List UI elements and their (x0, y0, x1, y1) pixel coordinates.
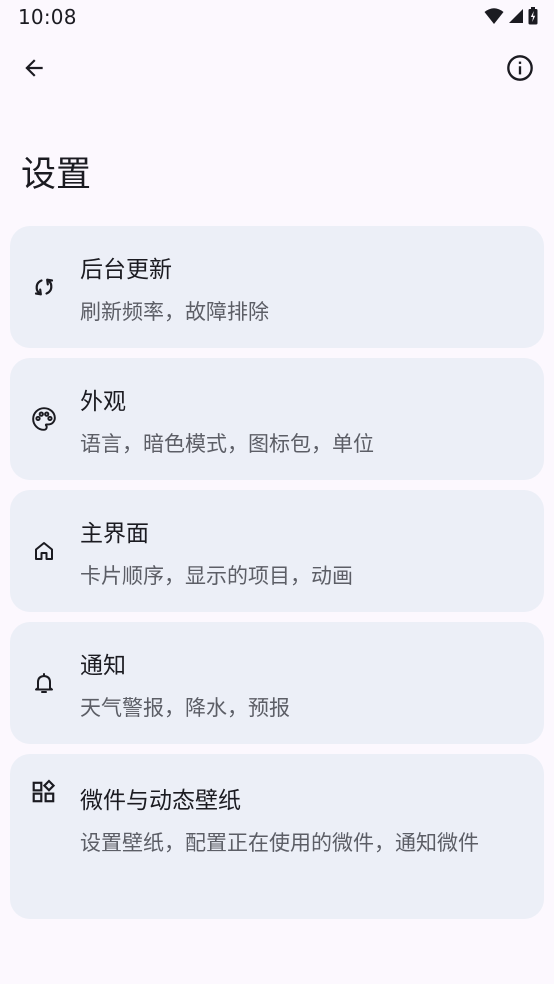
signal-icon (509, 9, 523, 23)
widgets-icon (30, 778, 58, 806)
status-bar: 10:08 (0, 0, 554, 34)
setting-subtitle: 刷新频率，故障排除 (80, 300, 269, 324)
app-bar (0, 40, 554, 100)
setting-notifications[interactable]: 通知 天气警报，降水，预报 (10, 622, 544, 744)
setting-subtitle: 设置壁纸，配置正在使用的微件，通知微件 (80, 831, 479, 855)
info-icon (507, 55, 533, 81)
setting-title: 微件与动态壁纸 (80, 788, 241, 814)
setting-title: 外观 (80, 389, 126, 415)
arrow-back-icon (25, 59, 43, 77)
sync-icon (30, 273, 58, 301)
setting-background-updates[interactable]: 后台更新 刷新频率，故障排除 (10, 226, 544, 348)
setting-title: 主界面 (80, 521, 149, 547)
wifi-icon (484, 8, 504, 24)
home-icon (30, 537, 58, 565)
palette-icon (30, 405, 58, 433)
info-button[interactable] (496, 44, 544, 92)
setting-widgets-wallpaper[interactable]: 微件与动态壁纸 设置壁纸，配置正在使用的微件，通知微件 (10, 754, 544, 919)
battery-icon (528, 7, 538, 25)
back-button[interactable] (10, 44, 58, 92)
setting-title: 通知 (80, 653, 126, 679)
setting-main-screen[interactable]: 主界面 卡片顺序，显示的项目，动画 (10, 490, 544, 612)
setting-subtitle: 天气警报，降水，预报 (80, 696, 290, 720)
setting-subtitle: 语言，暗色模式，图标包，单位 (80, 432, 374, 456)
status-icons (484, 6, 538, 26)
status-time: 10:08 (18, 5, 77, 29)
bell-icon (30, 669, 58, 697)
page-title: 设置 (21, 155, 92, 195)
setting-subtitle: 卡片顺序，显示的项目，动画 (80, 564, 353, 588)
setting-appearance[interactable]: 外观 语言，暗色模式，图标包，单位 (10, 358, 544, 480)
setting-title: 后台更新 (80, 257, 172, 283)
